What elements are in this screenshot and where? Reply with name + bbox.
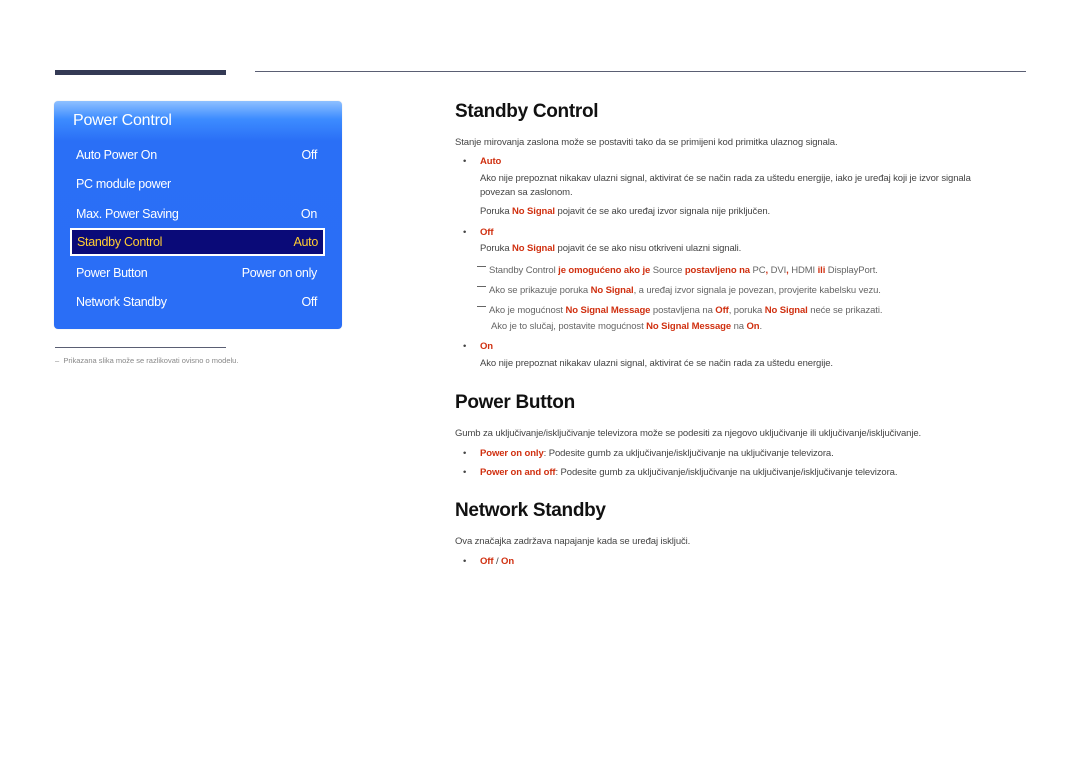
text: Poruka — [480, 243, 513, 254]
text: . — [759, 321, 763, 332]
standby-intro: Stanje mirovanja zaslona može se postavi… — [455, 137, 838, 148]
text: postavljena na — [650, 305, 716, 316]
text: Off — [715, 305, 729, 316]
text: PC — [749, 265, 766, 276]
option-label: Power on only — [480, 448, 544, 459]
text: DisplayPort. — [825, 265, 878, 276]
power-on-and-off-option: Power on and off: Podesite gumb za uklju… — [480, 467, 897, 478]
text: : Podesite gumb za uključivanje/isključi… — [543, 448, 834, 459]
text: On — [746, 321, 760, 332]
text: No Signal — [764, 305, 808, 316]
note-icon — [477, 286, 486, 287]
off-no-signal-msg: Poruka No Signal pojavit će se ako nisu … — [480, 243, 741, 254]
auto-desc-line2: povezan sa zaslonom. — [480, 187, 573, 198]
text: Ako je mogućnost — [489, 305, 566, 316]
option-off-label: Off — [480, 227, 494, 238]
footnote-rule — [55, 347, 226, 348]
power-button-heading: Power Button — [455, 392, 575, 413]
menu-item-auto-power-on[interactable]: Auto Power On Off — [76, 144, 317, 166]
text: Ako se prikazuje poruka — [489, 285, 591, 296]
bullet-icon: • — [463, 341, 467, 352]
menu-item-label: Network Standby — [76, 295, 167, 309]
menu-item-max-power-saving[interactable]: Max. Power Saving On — [76, 203, 317, 225]
text: na — [731, 321, 747, 332]
text: neće se prikazati. — [807, 305, 883, 316]
auto-no-signal-msg: Poruka No Signal pojavit će se ako uređa… — [480, 206, 770, 217]
menu-item-network-standby[interactable]: Network Standby Off — [76, 291, 317, 313]
text: Standby Control — [489, 265, 559, 276]
text: No Signal Message — [565, 305, 651, 316]
menu-item-value: Off — [301, 295, 317, 309]
bullet-icon: • — [463, 227, 467, 238]
note-standby-sources: Standby Control je omogućeno ako je Sour… — [477, 265, 878, 276]
note-check-cable: Ako se prikazuje poruka No Signal, a ure… — [477, 285, 881, 296]
bullet-icon: • — [463, 556, 467, 567]
auto-desc-line1: Ako nije prepoznat nikakav ulazni signal… — [480, 173, 971, 184]
text: pojavit će se ako uređaj izvor signala n… — [554, 206, 771, 217]
power-button-intro: Gumb za uključivanje/isključivanje telev… — [455, 428, 922, 439]
menu-item-label: PC module power — [76, 177, 171, 191]
network-standby-heading: Network Standby — [455, 500, 606, 521]
menu-item-value: Off — [301, 148, 317, 162]
power-on-only-option: Power on only: Podesite gumb za uključiv… — [480, 448, 834, 459]
no-signal-term: No Signal — [512, 243, 555, 254]
note-icon — [477, 306, 486, 307]
text: pojavit će se ako nisu otkriveni ulazni … — [554, 243, 742, 254]
header-bar-accent — [55, 70, 226, 75]
menu-title: Power Control — [73, 112, 172, 129]
text: Source — [650, 265, 685, 276]
text: DVI — [768, 265, 787, 276]
bullet-icon: • — [463, 448, 467, 459]
option-auto-label: Auto — [480, 156, 502, 167]
footnote-dash: – — [55, 356, 60, 365]
menu-item-label: Auto Power On — [76, 148, 157, 162]
option-on: On — [501, 556, 515, 567]
note-no-signal-message: Ako je mogućnost No Signal Message posta… — [477, 305, 882, 316]
no-signal-term: No Signal — [590, 285, 634, 296]
header-rule — [255, 71, 1026, 72]
text: , a uređaj izvor signala je povezan, pro… — [633, 285, 881, 296]
option-on-label: On — [480, 341, 493, 352]
power-control-menu: Power Control Auto Power On Off PC modul… — [54, 101, 342, 329]
menu-item-value: Auto — [293, 235, 318, 249]
no-signal-term: No Signal — [512, 206, 555, 217]
option-off: Off — [480, 556, 494, 567]
menu-item-label: Max. Power Saving — [76, 207, 179, 221]
on-desc: Ako nije prepoznat nikakav ulazni signal… — [480, 358, 833, 369]
footnote: – Prikazana slika može se razlikovati ov… — [55, 356, 238, 365]
option-label: Power on and off — [480, 467, 556, 478]
menu-item-label: Power Button — [76, 266, 148, 280]
bullet-icon: • — [463, 467, 467, 478]
text: postavljeno na — [684, 265, 750, 276]
network-standby-options: Off / On — [480, 556, 514, 567]
separator: / — [493, 556, 502, 567]
text: : Podesite gumb za uključivanje/isključi… — [555, 467, 898, 478]
menu-item-value: Power on only — [241, 266, 318, 280]
text: Ako je to slučaj, postavite mogućnost — [491, 321, 647, 332]
menu-item-label: Standby Control — [77, 235, 163, 249]
text: , poruka — [728, 305, 765, 316]
text: No Signal Message — [646, 321, 732, 332]
text: HDMI — [788, 265, 818, 276]
network-standby-intro: Ova značajka zadržava napajanje kada se … — [455, 536, 691, 547]
bullet-icon: • — [463, 156, 467, 167]
menu-item-standby-control[interactable]: Standby Control Auto — [70, 228, 325, 256]
footnote-text: Prikazana slika može se razlikovati ovis… — [63, 356, 239, 365]
menu-item-value: On — [300, 207, 317, 221]
menu-item-power-button[interactable]: Power Button Power on only — [76, 262, 317, 284]
note-icon — [477, 266, 486, 267]
note-no-signal-message-cont: Ako je to slučaj, postavite mogućnost No… — [491, 321, 762, 332]
standby-control-heading: Standby Control — [455, 101, 599, 122]
menu-item-pc-module-power[interactable]: PC module power — [76, 173, 317, 195]
text: je omogućeno ako je — [558, 265, 651, 276]
text: Poruka — [480, 206, 513, 217]
